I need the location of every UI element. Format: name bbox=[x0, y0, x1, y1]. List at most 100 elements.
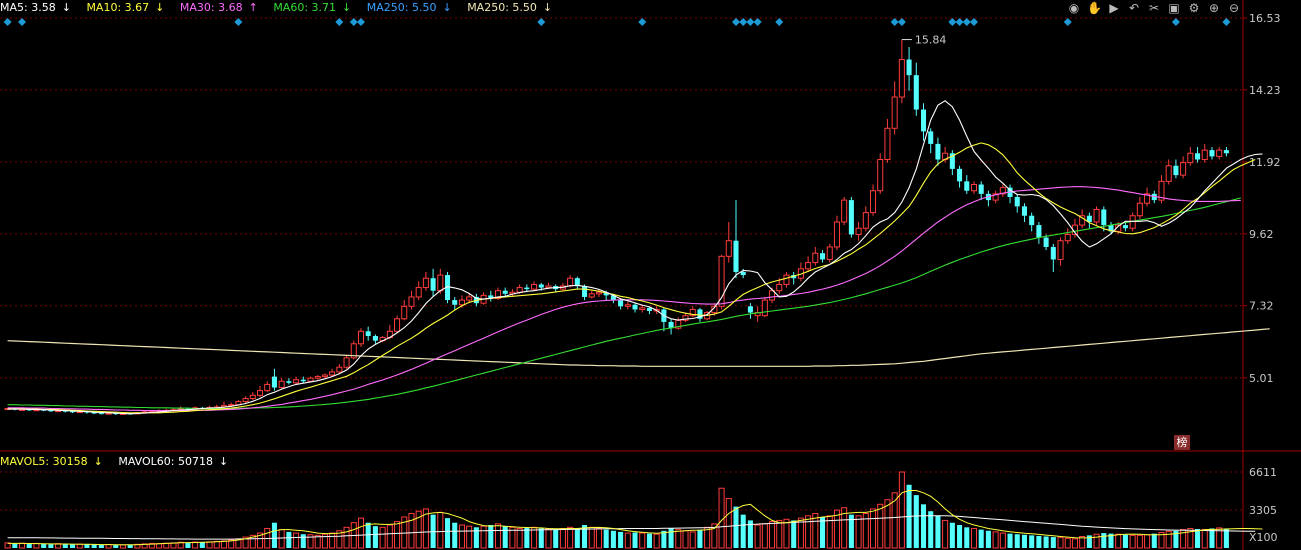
candle-body-up bbox=[408, 296, 415, 307]
candle-body-down bbox=[913, 75, 919, 110]
candle-body-down bbox=[271, 376, 277, 388]
event-marker-icon bbox=[962, 18, 971, 26]
candle-body-down bbox=[1223, 150, 1229, 154]
candle-body-up bbox=[437, 274, 444, 292]
price-tick-label: 7.32 bbox=[1249, 300, 1274, 313]
volume-bar-down bbox=[452, 522, 458, 548]
candle-body-up bbox=[1136, 202, 1143, 217]
candle-body-down bbox=[524, 287, 530, 290]
volume-bar-down bbox=[1036, 535, 1042, 548]
candle-body-up bbox=[531, 283, 538, 290]
candle-body-down bbox=[1029, 215, 1035, 226]
volume-bar-up bbox=[1064, 537, 1071, 549]
candle-body-up bbox=[725, 240, 732, 257]
volume-bar-up bbox=[783, 518, 790, 549]
candle-body-up bbox=[307, 377, 314, 382]
volume-bar-up bbox=[567, 526, 574, 549]
candle-body-down bbox=[1036, 225, 1042, 238]
volume-bar-up bbox=[386, 524, 393, 549]
volume-bar-up bbox=[942, 519, 949, 549]
candle-body-down bbox=[920, 109, 927, 132]
volume-bar-down bbox=[1122, 534, 1128, 548]
volume-bar-up bbox=[480, 525, 487, 549]
candle-body-up bbox=[343, 357, 350, 368]
volume-bar-down bbox=[1050, 537, 1056, 548]
candle-body-up bbox=[516, 287, 523, 293]
candle-body-up bbox=[898, 59, 905, 98]
volume-bar-up bbox=[329, 532, 336, 549]
candle-body-up bbox=[855, 227, 862, 235]
volume-bar-down bbox=[632, 532, 638, 548]
volume-bar-up bbox=[999, 532, 1006, 549]
volume-bar-down bbox=[574, 528, 580, 548]
price-tick-label: 5.01 bbox=[1249, 372, 1274, 385]
event-marker-icon bbox=[3, 18, 12, 26]
candle-body-up bbox=[805, 262, 812, 270]
volume-bar-down bbox=[978, 529, 984, 548]
volume-bar-down bbox=[41, 543, 47, 548]
volume-bar-up bbox=[516, 527, 523, 549]
event-marker-icon bbox=[890, 18, 899, 26]
candle-body-down bbox=[1021, 206, 1027, 216]
volume-bar-down bbox=[740, 514, 746, 548]
candle-body-up bbox=[415, 287, 422, 298]
volume-bar-down bbox=[913, 495, 919, 548]
volume-bar-down bbox=[1209, 528, 1215, 548]
candle-body-down bbox=[1195, 153, 1201, 160]
volume-bar-up bbox=[278, 529, 285, 549]
volume-bar-up bbox=[869, 508, 877, 549]
volume-bar-down bbox=[920, 504, 927, 548]
candlestick-chart[interactable]: 16.53 14.23 11.92 9.62 7.32 5.01 6611 3305 X100 1… bbox=[0, 0, 1301, 550]
candle-body-up bbox=[278, 380, 285, 389]
ma10-line bbox=[7, 142, 1256, 414]
volume-bar-up bbox=[1093, 533, 1100, 549]
volume-bar-up bbox=[725, 498, 732, 549]
candle-body-up bbox=[249, 394, 256, 399]
volume-bar-up bbox=[559, 527, 566, 549]
volume-bar-up bbox=[408, 513, 415, 549]
candle-body-up bbox=[639, 307, 646, 310]
event-marker-icon bbox=[335, 18, 344, 26]
event-marker-icon bbox=[537, 18, 546, 26]
candle-body-down bbox=[740, 271, 746, 276]
candle-body-down bbox=[502, 290, 508, 294]
volume-bar-up bbox=[884, 499, 891, 549]
volume-bar-up bbox=[855, 515, 862, 549]
event-marker-icon bbox=[969, 18, 978, 26]
volume-bar-down bbox=[957, 525, 963, 548]
volume-bar-up bbox=[293, 532, 300, 549]
candle-body-up bbox=[1180, 162, 1187, 176]
candle-body-up bbox=[761, 299, 768, 317]
ma60-line bbox=[7, 197, 1241, 410]
candle-body-up bbox=[256, 390, 264, 396]
candle-body-down bbox=[632, 304, 638, 310]
volume-bar-down bbox=[964, 527, 970, 548]
candle-body-down bbox=[1101, 209, 1107, 226]
volume-bar-down bbox=[1014, 534, 1020, 548]
candle-body-up bbox=[833, 221, 840, 248]
volume-bar-up bbox=[343, 526, 350, 549]
event-marker-icon bbox=[746, 18, 755, 26]
candle-body-up bbox=[891, 96, 898, 129]
price-tick-label: 16.53 bbox=[1249, 12, 1281, 25]
volume-bar-up bbox=[379, 526, 386, 549]
candle-body-up bbox=[336, 366, 343, 373]
volume-bar-down bbox=[733, 506, 739, 548]
volume-bar-down bbox=[502, 526, 508, 548]
volume-bar-up bbox=[970, 527, 978, 549]
candle-body-up bbox=[884, 127, 891, 161]
candle-body-up bbox=[401, 305, 408, 320]
candle-body-up bbox=[776, 283, 783, 292]
volume-bar-down bbox=[618, 531, 624, 548]
candle-body-up bbox=[242, 397, 249, 403]
volume-bar-down bbox=[935, 515, 941, 548]
candle-body-up bbox=[812, 252, 819, 264]
volume-bar-down bbox=[300, 534, 306, 548]
volume-bar-up bbox=[1115, 533, 1122, 549]
candle-body-up bbox=[314, 376, 321, 379]
volume-bar-down bbox=[949, 522, 955, 548]
volume-bar-up bbox=[639, 532, 646, 549]
candle-body-up bbox=[1165, 165, 1172, 182]
volume-bar-up bbox=[754, 524, 761, 549]
candle-body-down bbox=[372, 335, 378, 341]
